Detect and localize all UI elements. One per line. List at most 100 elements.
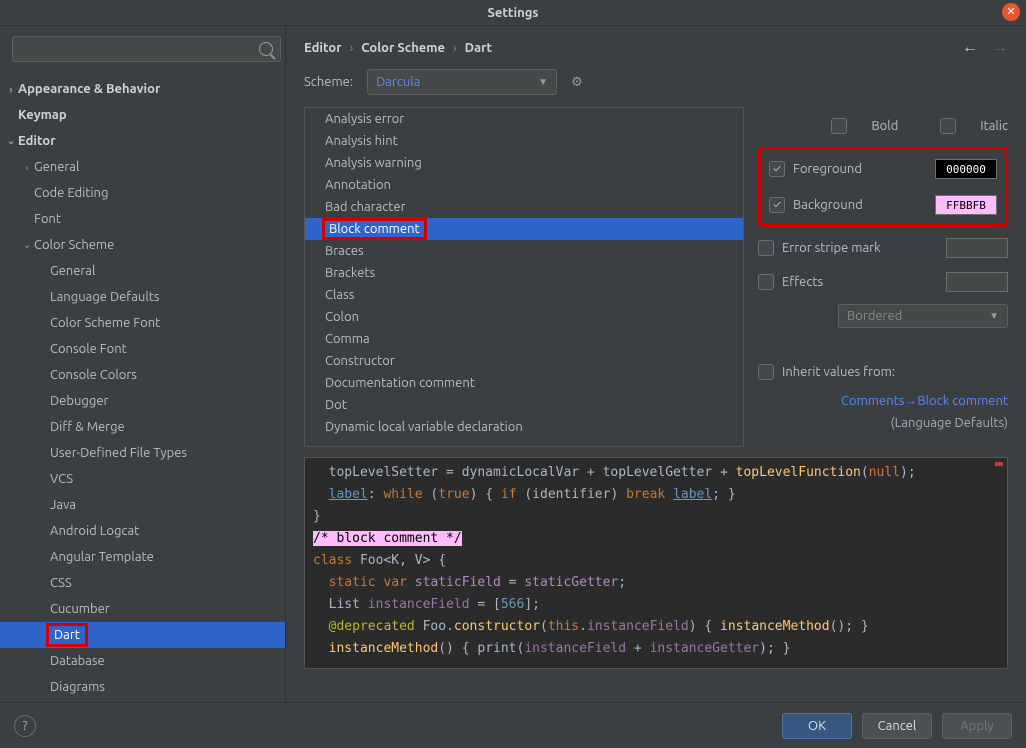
foreground-checkbox[interactable]: ✓ (769, 161, 785, 177)
sidebar-item-color-scheme[interactable]: ⌄Color Scheme (0, 232, 285, 258)
sidebar-item-label: Diagrams (50, 680, 105, 694)
attr-item-dot[interactable]: Dot (305, 394, 743, 416)
sidebar-item-general[interactable]: General (0, 258, 285, 284)
breadcrumb: Editor › Color Scheme › Dart ← → (286, 26, 1026, 63)
sidebar-item-label: Debugger (50, 394, 108, 408)
attr-item-class[interactable]: Class (305, 284, 743, 306)
attr-item-annotation[interactable]: Annotation (305, 174, 743, 196)
sidebar-item-color-scheme-font[interactable]: Color Scheme Font (0, 310, 285, 336)
dialog-footer: ? OK Cancel Apply (0, 702, 1026, 748)
attr-item-label: Brackets (325, 266, 375, 280)
sidebar-item-editor[interactable]: ⌄Editor (0, 128, 285, 154)
attr-item-label: Dot (325, 398, 347, 412)
sidebar-item-appearance-behavior[interactable]: ›Appearance & Behavior (0, 76, 285, 102)
help-button[interactable]: ? (14, 715, 36, 737)
sidebar-item-user-defined-file-types[interactable]: User-Defined File Types (0, 440, 285, 466)
sidebar-item-label: General (34, 160, 79, 174)
sidebar: ›Appearance & BehaviorKeymap⌄Editor›Gene… (0, 26, 286, 702)
foreground-swatch[interactable]: 000000 (935, 159, 997, 179)
sidebar-item-general[interactable]: ›General (0, 154, 285, 180)
attr-item-colon[interactable]: Colon (305, 306, 743, 328)
effects-combo[interactable]: Bordered ▼ (838, 304, 1008, 328)
crumb-editor[interactable]: Editor (304, 41, 342, 55)
sidebar-item-code-editing[interactable]: Code Editing (0, 180, 285, 206)
split-panel: Analysis errorAnalysis hintAnalysis warn… (286, 107, 1026, 447)
search-input[interactable] (12, 36, 281, 62)
sidebar-item-angular-template[interactable]: Angular Template (0, 544, 285, 570)
sidebar-item-label: User-Defined File Types (50, 446, 187, 460)
attr-item-analysis-hint[interactable]: Analysis hint (305, 130, 743, 152)
effects-combo-row: Bordered ▼ (758, 303, 1008, 329)
sidebar-item-keymap[interactable]: Keymap (0, 102, 285, 128)
effects-swatch[interactable] (946, 272, 1008, 292)
attr-item-analysis-error[interactable]: Analysis error (305, 108, 743, 130)
back-icon[interactable]: ← (962, 38, 978, 57)
sidebar-item-android-logcat[interactable]: Android Logcat (0, 518, 285, 544)
attr-item-analysis-warning[interactable]: Analysis warning (305, 152, 743, 174)
sidebar-item-dart[interactable]: Dart (0, 622, 285, 648)
scheme-value: Darcula (376, 75, 420, 89)
dialog-title: Settings (487, 6, 538, 20)
apply-button[interactable]: Apply (942, 713, 1012, 739)
background-checkbox[interactable]: ✓ (769, 197, 785, 213)
attr-item-comma[interactable]: Comma (305, 328, 743, 350)
inherit-row: Inherit values from: (758, 359, 1008, 385)
chevron-right-icon: › (4, 84, 18, 95)
sidebar-item-vcs[interactable]: VCS (0, 466, 285, 492)
attr-item-brackets[interactable]: Brackets (305, 262, 743, 284)
attr-item-bad-character[interactable]: Bad character (305, 196, 743, 218)
scheme-combo[interactable]: Darcula ▼ (367, 69, 557, 95)
sidebar-item-diff-merge[interactable]: Diff & Merge (0, 414, 285, 440)
attr-item-label: Bad character (325, 200, 406, 214)
sidebar-item-label: Keymap (18, 108, 67, 122)
sidebar-item-label: Color Scheme Font (50, 316, 160, 330)
background-swatch[interactable]: FFBBFB (935, 195, 997, 215)
crumb-dart: Dart (465, 41, 492, 55)
background-label: Background (793, 198, 863, 212)
sidebar-item-language-defaults[interactable]: Language Defaults (0, 284, 285, 310)
settings-tree[interactable]: ›Appearance & BehaviorKeymap⌄Editor›Gene… (0, 72, 285, 702)
sidebar-item-label: Console Colors (50, 368, 137, 382)
attr-item-documentation-comment[interactable]: Documentation comment (305, 372, 743, 394)
sidebar-item-cucumber[interactable]: Cucumber (0, 596, 285, 622)
sidebar-item-label: Angular Template (50, 550, 154, 564)
titlebar: Settings ✕ (0, 0, 1026, 26)
sidebar-item-console-font[interactable]: Console Font (0, 336, 285, 362)
close-button[interactable]: ✕ (1002, 3, 1020, 21)
bold-checkbox[interactable] (831, 118, 847, 134)
effects-checkbox[interactable] (758, 274, 774, 290)
error-stripe-icon (995, 462, 1003, 466)
forward-icon[interactable]: → (992, 38, 1008, 57)
italic-checkbox[interactable] (940, 118, 956, 134)
inherit-checkbox[interactable] (758, 364, 774, 380)
attr-item-dynamic-local-variable-declaration[interactable]: Dynamic local variable declaration (305, 416, 743, 438)
ok-button[interactable]: OK (782, 713, 852, 739)
sidebar-item-debugger[interactable]: Debugger (0, 388, 285, 414)
sidebar-item-label: Diff & Merge (50, 420, 125, 434)
attribute-options: Bold Italic ✓ Foreground 000000 ✓ (758, 107, 1008, 447)
cancel-button[interactable]: Cancel (862, 713, 932, 739)
sidebar-item-label: VCS (50, 472, 73, 486)
dialog-body: ›Appearance & BehaviorKeymap⌄Editor›Gene… (0, 26, 1026, 702)
attr-item-label: Block comment (325, 221, 424, 237)
search-icon (259, 42, 273, 56)
errorstripe-checkbox[interactable] (758, 240, 774, 256)
sidebar-item-java[interactable]: Java (0, 492, 285, 518)
sidebar-item-font[interactable]: Font (0, 206, 285, 232)
crumb-colorscheme[interactable]: Color Scheme (361, 41, 445, 55)
inherit-link[interactable]: Comments→Block comment (758, 393, 1008, 408)
gear-icon[interactable]: ⚙ (571, 75, 583, 90)
scheme-row: Scheme: Darcula ▼ ⚙ (286, 63, 1026, 107)
attr-item-braces[interactable]: Braces (305, 240, 743, 262)
sidebar-item-database[interactable]: Database (0, 648, 285, 674)
attr-item-block-comment[interactable]: Block comment (305, 218, 743, 240)
sidebar-item-label: Java (50, 498, 76, 512)
sidebar-item-diagrams[interactable]: Diagrams (0, 674, 285, 700)
sidebar-item-css[interactable]: CSS (0, 570, 285, 596)
errorstripe-label: Error stripe mark (782, 241, 881, 255)
attr-item-constructor[interactable]: Constructor (305, 350, 743, 372)
attribute-list[interactable]: Analysis errorAnalysis hintAnalysis warn… (304, 107, 744, 447)
sidebar-item-console-colors[interactable]: Console Colors (0, 362, 285, 388)
errorstripe-swatch[interactable] (946, 238, 1008, 258)
attr-item-label: Colon (325, 310, 359, 324)
